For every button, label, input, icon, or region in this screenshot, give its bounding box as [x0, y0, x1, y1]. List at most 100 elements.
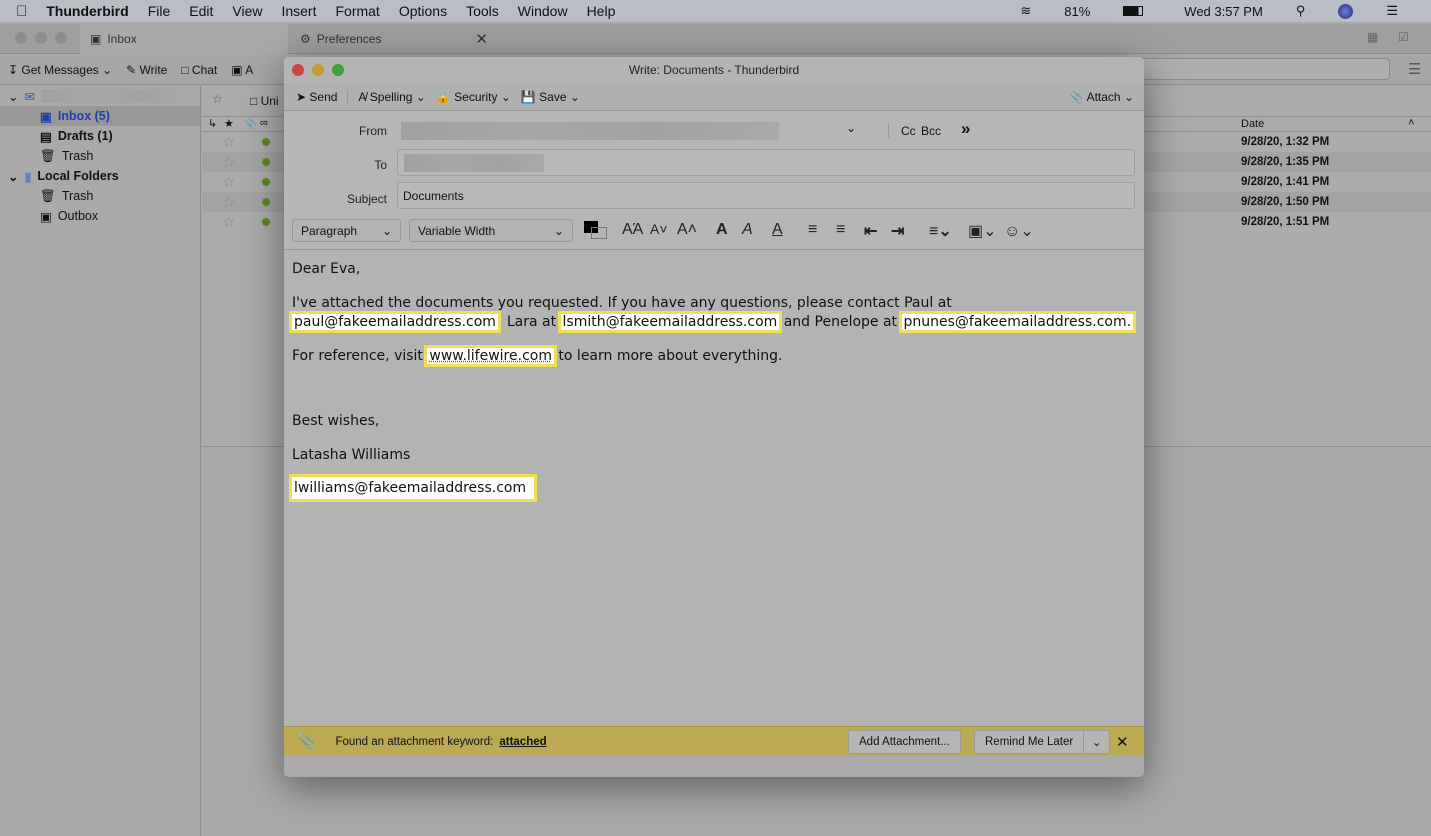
spelling-label: Spelling — [369, 89, 413, 104]
address-book-button[interactable]: ▣ A — [231, 63, 253, 77]
get-messages-button[interactable]: ↧ Get Messages ⌄ — [8, 63, 112, 77]
numbered-list-icon[interactable]: ≡ — [836, 221, 845, 239]
email-link[interactable]: paul@fakeemailaddress.com — [289, 311, 501, 333]
menu-help[interactable]: Help — [587, 3, 616, 19]
bold-icon[interactable]: A — [716, 221, 728, 239]
menu-insert[interactable]: Insert — [281, 3, 316, 19]
app-menu-icon[interactable]: ☰ — [1408, 60, 1421, 78]
minimize-window-button[interactable] — [35, 32, 47, 44]
bulleted-list-icon[interactable]: ≡ — [808, 221, 817, 239]
chat-button[interactable]: □ Chat — [181, 63, 217, 77]
close-window-button[interactable] — [15, 32, 27, 44]
siri-icon[interactable] — [1338, 3, 1354, 19]
chevron-down-icon: ⌄ — [8, 169, 19, 184]
minimize-window-button[interactable] — [312, 64, 324, 76]
unread-dot-icon[interactable] — [262, 158, 270, 166]
folder-local-folders[interactable]: ⌄ ▮ Local Folders — [0, 166, 200, 186]
star-icon[interactable]: ☆ — [222, 193, 235, 211]
zoom-window-button[interactable] — [332, 64, 344, 76]
menu-view[interactable]: View — [232, 3, 262, 19]
notification-center-icon[interactable]: ☰ — [1386, 3, 1398, 19]
indent-icon[interactable]: ⇥ — [891, 221, 904, 241]
menu-file[interactable]: File — [148, 3, 171, 19]
spotlight-icon[interactable]: ⚲ — [1296, 3, 1306, 19]
smaller-font-icon[interactable]: A˅ — [650, 221, 668, 237]
attachment-column-icon[interactable]: 📎 — [244, 117, 258, 130]
folder-inbox[interactable]: ▣ Inbox (5) — [0, 106, 200, 126]
cc-button[interactable]: Cc — [888, 124, 916, 138]
star-column-icon[interactable]: ★ — [224, 117, 234, 130]
sort-ascending-icon[interactable]: ˄ — [1408, 117, 1414, 129]
save-button[interactable]: 💾 Save ⌄ — [521, 90, 580, 104]
unread-dot-icon[interactable] — [262, 178, 270, 186]
write-button[interactable]: ✎ Write — [126, 63, 167, 77]
spelling-button[interactable]: A̸ Spelling ⌄ — [358, 90, 425, 104]
tasks-icon[interactable]: ☑ — [1398, 30, 1409, 44]
apple-icon[interactable]:  — [16, 3, 27, 20]
menu-window[interactable]: Window — [518, 3, 568, 19]
email-link[interactable]: pnunes@fakeemailaddress.com. — [898, 311, 1137, 333]
clock[interactable]: Wed 3:57 PM — [1184, 4, 1263, 19]
align-icon[interactable]: ≡⌄ — [929, 221, 952, 241]
chevron-down-icon[interactable]: ⌄ — [1083, 731, 1109, 753]
italic-icon[interactable]: A — [742, 221, 753, 239]
star-icon[interactable]: ☆ — [222, 173, 235, 191]
larger-font-icon[interactable]: A˄ — [677, 221, 697, 239]
menu-options[interactable]: Options — [399, 3, 447, 19]
remind-me-later-button[interactable]: Remind Me Later ⌄ — [974, 730, 1111, 754]
menu-format[interactable]: Format — [335, 3, 379, 19]
bcc-button[interactable]: Bcc — [921, 124, 941, 138]
more-headers-icon[interactable]: » — [961, 119, 970, 139]
account-row[interactable]: ⌄ ✉ — [0, 86, 200, 106]
close-bar-icon[interactable]: ✕ — [1116, 733, 1129, 751]
thread-column-icon[interactable]: ↳ — [208, 117, 217, 130]
emoji-icon[interactable]: ☺⌄ — [1004, 221, 1034, 241]
email-link[interactable]: lwilliams@fakeemailaddress.com — [288, 474, 538, 502]
website-link[interactable]: www.lifewire.com — [424, 344, 557, 367]
message-body-editor[interactable]: Dear Eva, I've attached the documents yo… — [284, 250, 1144, 726]
folder-drafts[interactable]: ▤ Drafts (1) — [0, 126, 200, 146]
tab-inbox[interactable]: ▣ Inbox — [80, 24, 288, 54]
unread-dot-icon[interactable] — [262, 138, 270, 146]
unread-dot-icon[interactable] — [262, 218, 270, 226]
search-input[interactable] — [1140, 58, 1390, 80]
attach-button[interactable]: 📎 Attach ⌄ — [1069, 90, 1134, 104]
folder-trash[interactable]: 🗑 Trash — [0, 146, 200, 166]
add-attachment-button[interactable]: Add Attachment... — [848, 730, 961, 754]
font-size-reset-icon[interactable]: AΆ — [622, 221, 643, 239]
font-select[interactable]: Variable Width ⌄ — [409, 219, 573, 242]
paragraph-format-select[interactable]: Paragraph ⌄ — [292, 219, 401, 242]
email-link[interactable]: lsmith@fakeemailaddress.com — [557, 311, 783, 333]
wifi-icon[interactable]: ≋ — [1020, 3, 1031, 19]
folder-icon: ▮ — [24, 169, 32, 184]
star-icon[interactable]: ☆ — [222, 133, 235, 151]
calendar-icon[interactable]: ▦ — [1367, 30, 1378, 44]
to-field[interactable] — [397, 149, 1135, 176]
underline-icon[interactable]: A — [772, 221, 783, 239]
menu-tools[interactable]: Tools — [466, 3, 499, 19]
from-field[interactable] — [401, 122, 779, 140]
folder-local-trash[interactable]: 🗑 Trash — [0, 186, 200, 206]
star-icon[interactable]: ☆ — [222, 153, 235, 171]
quick-filter-sticky-icon[interactable]: ☆ — [212, 92, 223, 106]
star-icon[interactable]: ☆ — [222, 213, 235, 231]
close-window-button[interactable] — [292, 64, 304, 76]
close-tab-icon[interactable]: ✕ — [475, 30, 488, 48]
outdent-icon[interactable]: ⇤ — [864, 221, 877, 241]
menu-edit[interactable]: Edit — [189, 3, 213, 19]
folder-outbox[interactable]: ▣ Outbox — [0, 206, 200, 226]
from-dropdown-icon[interactable]: ⌄ — [846, 121, 856, 135]
battery-icon[interactable] — [1123, 6, 1144, 16]
date-column-header[interactable]: Date — [1241, 118, 1264, 130]
read-column-icon[interactable]: ∞ — [260, 117, 268, 129]
text-color-button[interactable] — [584, 221, 608, 239]
tab-preferences[interactable]: ⚙ Preferences ✕ — [290, 24, 500, 54]
security-button[interactable]: 🔒 Security ⌄ — [436, 90, 511, 104]
quick-filter-unread[interactable]: □ Uni — [250, 94, 279, 108]
zoom-window-button[interactable] — [55, 32, 67, 44]
insert-image-icon[interactable]: ▣⌄ — [968, 221, 997, 241]
subject-field[interactable]: Documents — [397, 182, 1135, 209]
unread-dot-icon[interactable] — [262, 198, 270, 206]
send-button[interactable]: ➤ Send — [296, 89, 349, 104]
menu-app[interactable]: Thunderbird — [46, 3, 128, 19]
